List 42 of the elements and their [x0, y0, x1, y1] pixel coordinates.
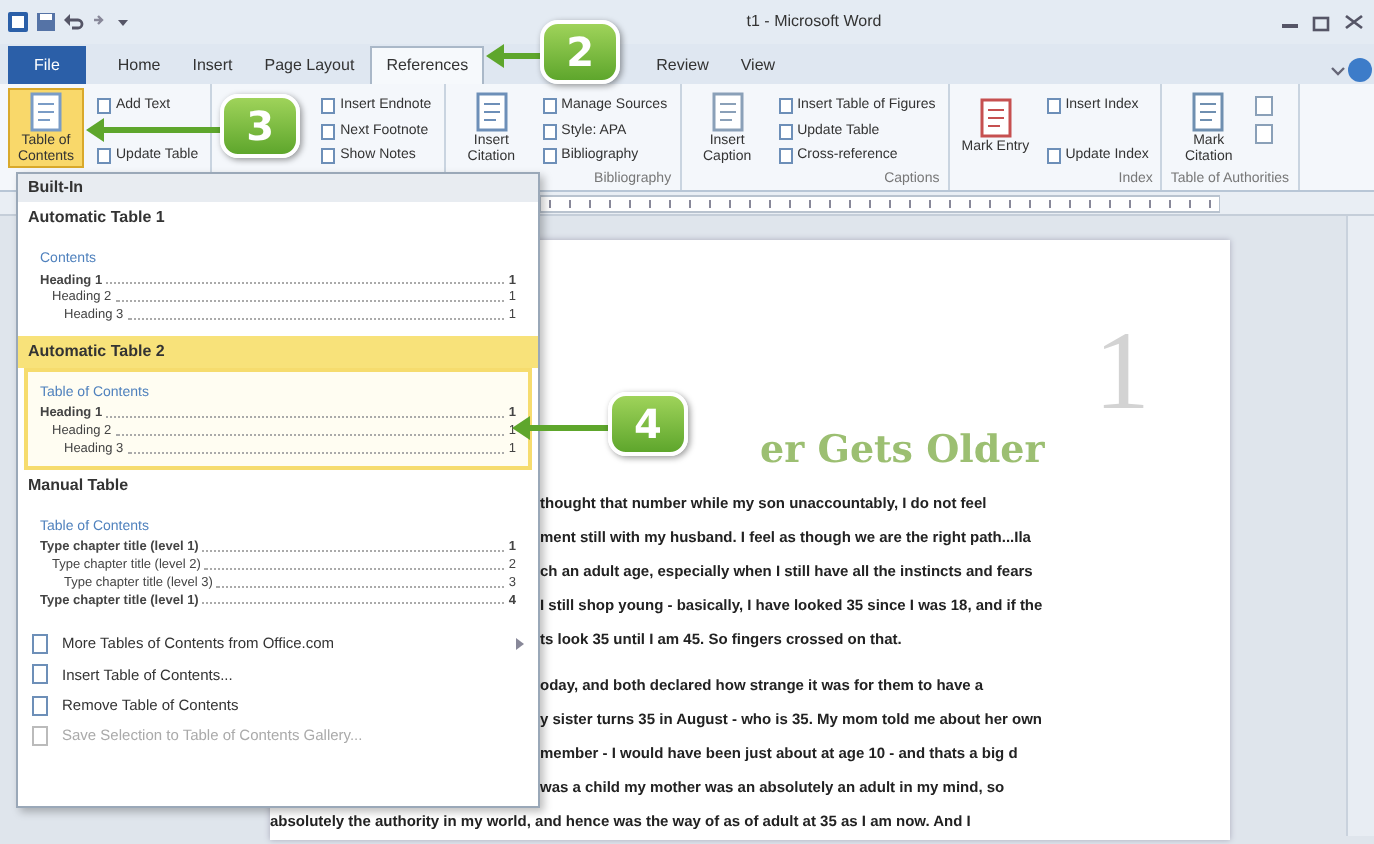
- menu-section-header: Built-In: [18, 174, 538, 202]
- pointer-arrow-icon: [512, 416, 612, 440]
- document-icon: [30, 634, 50, 655]
- page-icon: [96, 147, 112, 164]
- help-icon[interactable]: [1346, 56, 1374, 84]
- ribbon-tab[interactable]: Insert: [176, 46, 249, 84]
- scrollbar[interactable]: [1346, 216, 1374, 836]
- step-callout: 4: [608, 392, 688, 456]
- page-icon[interactable]: [1254, 96, 1275, 116]
- page-icon: [1045, 98, 1062, 115]
- document-icon: [30, 695, 50, 716]
- submenu-arrow-icon: [514, 636, 526, 653]
- pointer-arrow-icon: [486, 44, 545, 68]
- document-icon: [30, 664, 50, 685]
- document-heading: er Gets Older: [760, 428, 1045, 474]
- document-icon: [709, 92, 746, 132]
- document-icon: [473, 92, 510, 132]
- document-icon: [30, 725, 50, 746]
- gallery-title[interactable]: Manual Table: [18, 469, 538, 502]
- ribbon-tab[interactable]: Review: [640, 46, 725, 84]
- document-icon: [977, 98, 1014, 139]
- close-icon[interactable]: [1342, 12, 1366, 32]
- ribbon-tab[interactable]: References: [370, 46, 485, 84]
- word-logo-icon[interactable]: [8, 12, 28, 32]
- window-title: t1 - Microsoft Word: [744, 10, 884, 34]
- step-callout: 2: [540, 20, 621, 84]
- document-icon: [1190, 92, 1227, 132]
- page-icon: [1045, 147, 1062, 164]
- step-callout: 3: [220, 94, 301, 158]
- save-icon[interactable]: [36, 12, 56, 32]
- pointer-arrow-icon: [86, 118, 225, 142]
- gallery-title[interactable]: Automatic Table 2: [18, 335, 538, 368]
- ribbon-tab[interactable]: View: [724, 46, 792, 84]
- ribbon-tab[interactable]: Home: [101, 46, 177, 84]
- ribbon-tab[interactable]: File: [8, 46, 86, 84]
- document-icon: [28, 92, 64, 132]
- restore-icon[interactable]: [1310, 12, 1334, 32]
- page-icon[interactable]: [1254, 124, 1275, 144]
- page-icon: [96, 98, 112, 115]
- ribbon-tab[interactable]: Page Layout: [248, 46, 371, 84]
- gallery-title[interactable]: Automatic Table 1: [18, 202, 538, 234]
- undo-icon[interactable]: [64, 12, 84, 32]
